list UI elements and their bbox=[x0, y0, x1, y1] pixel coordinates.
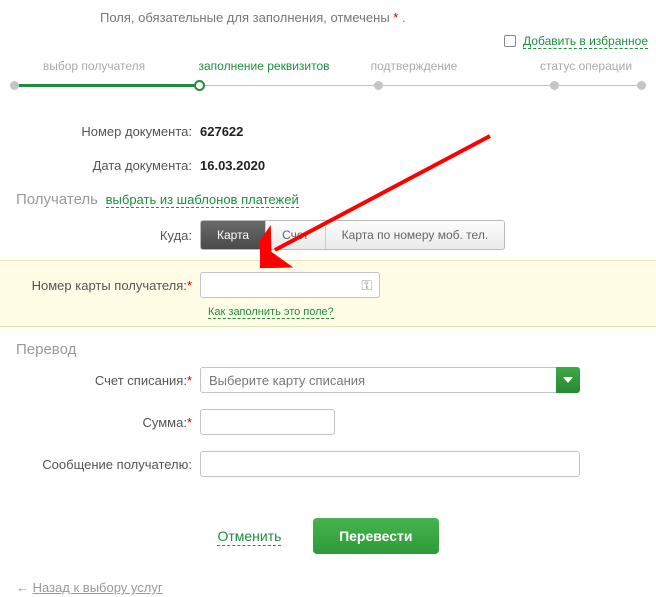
tab-account[interactable]: Счет bbox=[266, 221, 326, 249]
back-link-row: ← Назад к выбору услуг bbox=[16, 580, 656, 595]
select-template-link[interactable]: выбрать из шаблонов платежей bbox=[106, 192, 299, 208]
step-4-label: статус операции bbox=[540, 59, 632, 73]
tab-card[interactable]: Карта bbox=[201, 221, 266, 249]
writeoff-select[interactable]: Выберите карту списания bbox=[200, 367, 580, 393]
add-favorite-link[interactable]: Добавить в избранное bbox=[523, 34, 648, 49]
doc-date-value: 16.03.2020 bbox=[200, 158, 265, 173]
progress-stepper: выбор получателя заполнение реквизитов п… bbox=[14, 59, 642, 99]
cancel-button[interactable]: Отменить bbox=[217, 528, 281, 546]
doc-number-label: Номер документа: bbox=[16, 124, 200, 139]
transfer-section-title: Перевод bbox=[16, 341, 640, 358]
chevron-down-icon bbox=[556, 367, 580, 393]
step-1-label: выбор получателя bbox=[43, 59, 145, 73]
doc-date-label: Дата документа: bbox=[16, 158, 200, 173]
card-number-block: Номер карты получателя:* ⚿ Как заполнить… bbox=[0, 260, 656, 327]
sum-input[interactable] bbox=[200, 409, 335, 435]
recipient-section-title: Получатель bbox=[16, 191, 98, 208]
writeoff-label: Счет списания:* bbox=[16, 373, 200, 388]
submit-button[interactable]: Перевести bbox=[313, 518, 438, 554]
message-label: Сообщение получателю: bbox=[16, 457, 200, 472]
sum-label: Сумма:* bbox=[16, 415, 200, 430]
message-input[interactable] bbox=[200, 451, 580, 477]
card-number-input[interactable] bbox=[200, 272, 380, 298]
add-favorite[interactable]: Добавить в избранное bbox=[504, 34, 648, 48]
tab-phone[interactable]: Карта по номеру моб. тел. bbox=[326, 221, 504, 249]
where-label: Куда: bbox=[16, 228, 200, 243]
required-fields-note: Поля, обязательные для заполнения, отмеч… bbox=[0, 0, 656, 29]
step-3-label: подтверждение bbox=[371, 59, 458, 73]
arrow-left-icon: ← bbox=[16, 580, 29, 595]
card-number-label: Номер карты получателя:* bbox=[16, 278, 200, 293]
field-help-link[interactable]: Как заполнить это поле? bbox=[208, 306, 334, 319]
destination-tabs: Карта Счет Карта по номеру моб. тел. bbox=[200, 220, 505, 250]
step-2-label: заполнение реквизитов bbox=[198, 59, 329, 73]
doc-number-value: 627622 bbox=[200, 124, 243, 139]
back-to-services-link[interactable]: Назад к выбору услуг bbox=[33, 580, 163, 595]
bookmark-icon bbox=[504, 35, 516, 47]
key-icon: ⚿ bbox=[361, 277, 372, 294]
